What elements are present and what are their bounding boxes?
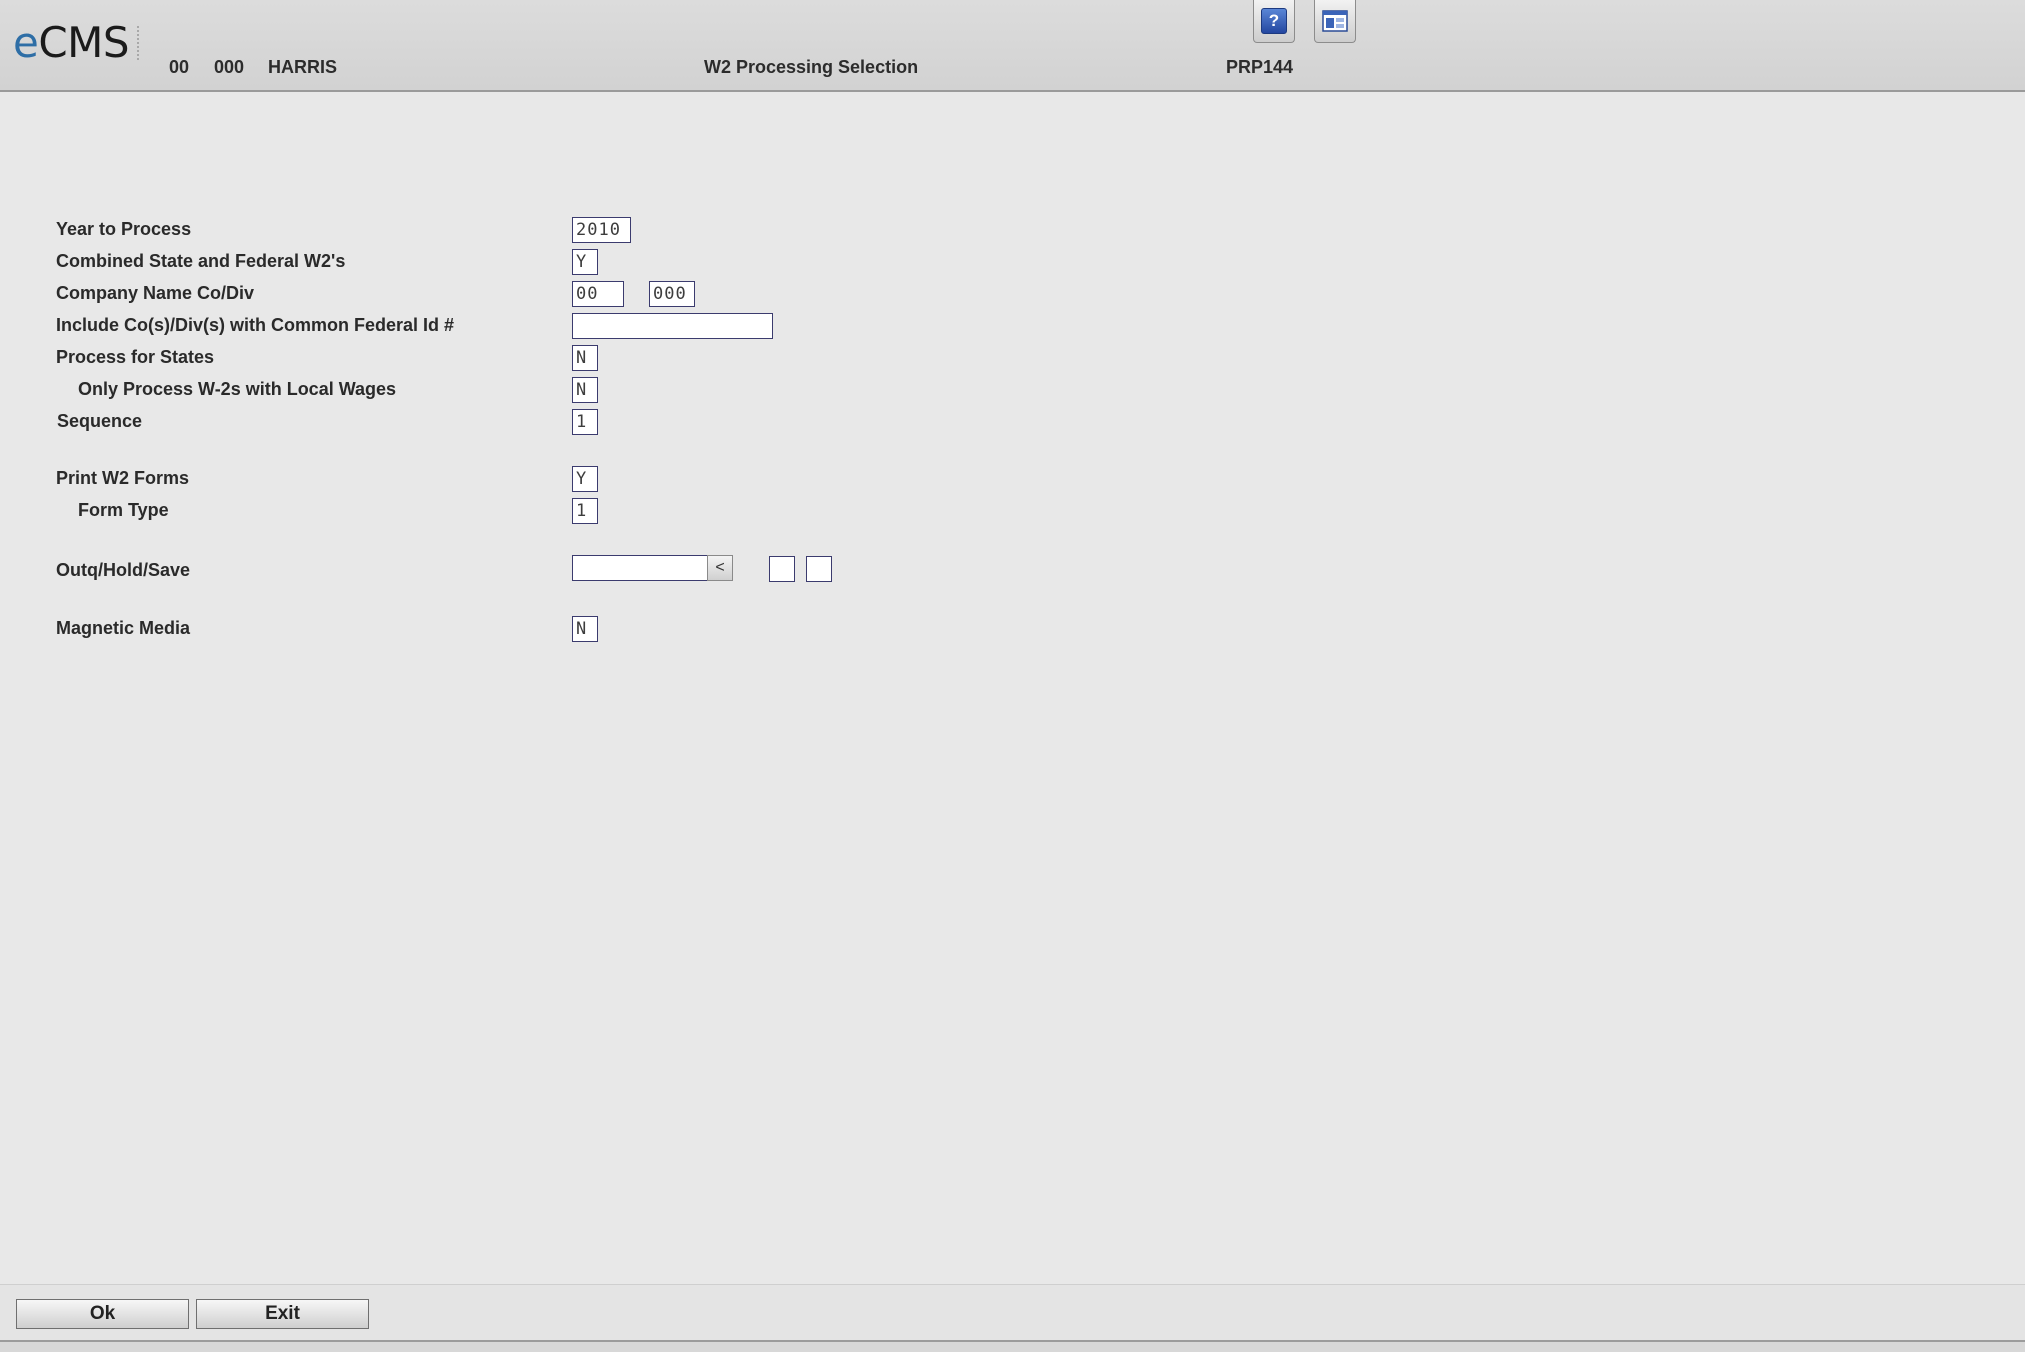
window-button[interactable] — [1314, 0, 1356, 43]
outq-lookup-button[interactable]: < — [707, 555, 733, 581]
company-label: Company Name Co/Div — [56, 283, 255, 303]
process-states-field[interactable]: N — [572, 345, 598, 371]
local-wages-label: Only Process W-2s with Local Wages — [78, 379, 397, 399]
program-id: PRP144 — [1226, 57, 1294, 77]
sequence-label: Sequence — [57, 411, 143, 431]
outq-field[interactable] — [572, 555, 709, 581]
save-field[interactable] — [806, 556, 832, 582]
year-label: Year to Process — [56, 219, 192, 239]
footer-border — [0, 1340, 2025, 1352]
app-header: eCMS 00 000 HARRIS W2 Processing Selecti… — [0, 0, 2025, 92]
logo-separator — [137, 26, 139, 60]
process-states-label: Process for States — [56, 347, 215, 367]
header-division: 000 — [214, 57, 245, 77]
sequence-field[interactable]: 1 — [572, 409, 598, 435]
window-icon — [1322, 10, 1348, 32]
ecms-logo: eCMS — [13, 18, 130, 67]
exit-button[interactable]: Exit — [196, 1299, 369, 1329]
local-wages-field[interactable]: N — [572, 377, 598, 403]
help-button[interactable]: ? — [1253, 0, 1295, 43]
header-user: HARRIS — [268, 57, 338, 77]
combined-w2-field[interactable]: Y — [572, 249, 598, 275]
header-company: 00 — [169, 57, 190, 77]
include-federal-id-label: Include Co(s)/Div(s) with Common Federal… — [56, 315, 455, 335]
hold-field[interactable] — [769, 556, 795, 582]
magnetic-media-field[interactable]: N — [572, 616, 598, 642]
print-w2-label: Print W2 Forms — [56, 468, 190, 488]
combined-w2-label: Combined State and Federal W2's — [56, 251, 346, 271]
magnetic-media-label: Magnetic Media — [56, 618, 191, 638]
include-federal-id-field[interactable] — [572, 313, 773, 339]
chevron-left-icon: < — [715, 559, 725, 576]
form-type-field[interactable]: 1 — [572, 498, 598, 524]
page-title: W2 Processing Selection — [704, 57, 919, 77]
form-type-label: Form Type — [78, 500, 169, 520]
print-w2-field[interactable]: Y — [572, 466, 598, 492]
outq-label: Outq/Hold/Save — [56, 560, 191, 580]
company-field[interactable]: 00 — [572, 281, 624, 307]
help-icon: ? — [1261, 8, 1287, 34]
ok-button[interactable]: Ok — [16, 1299, 189, 1329]
division-field[interactable]: 000 — [649, 281, 695, 307]
year-field[interactable]: 2010 — [572, 217, 631, 243]
